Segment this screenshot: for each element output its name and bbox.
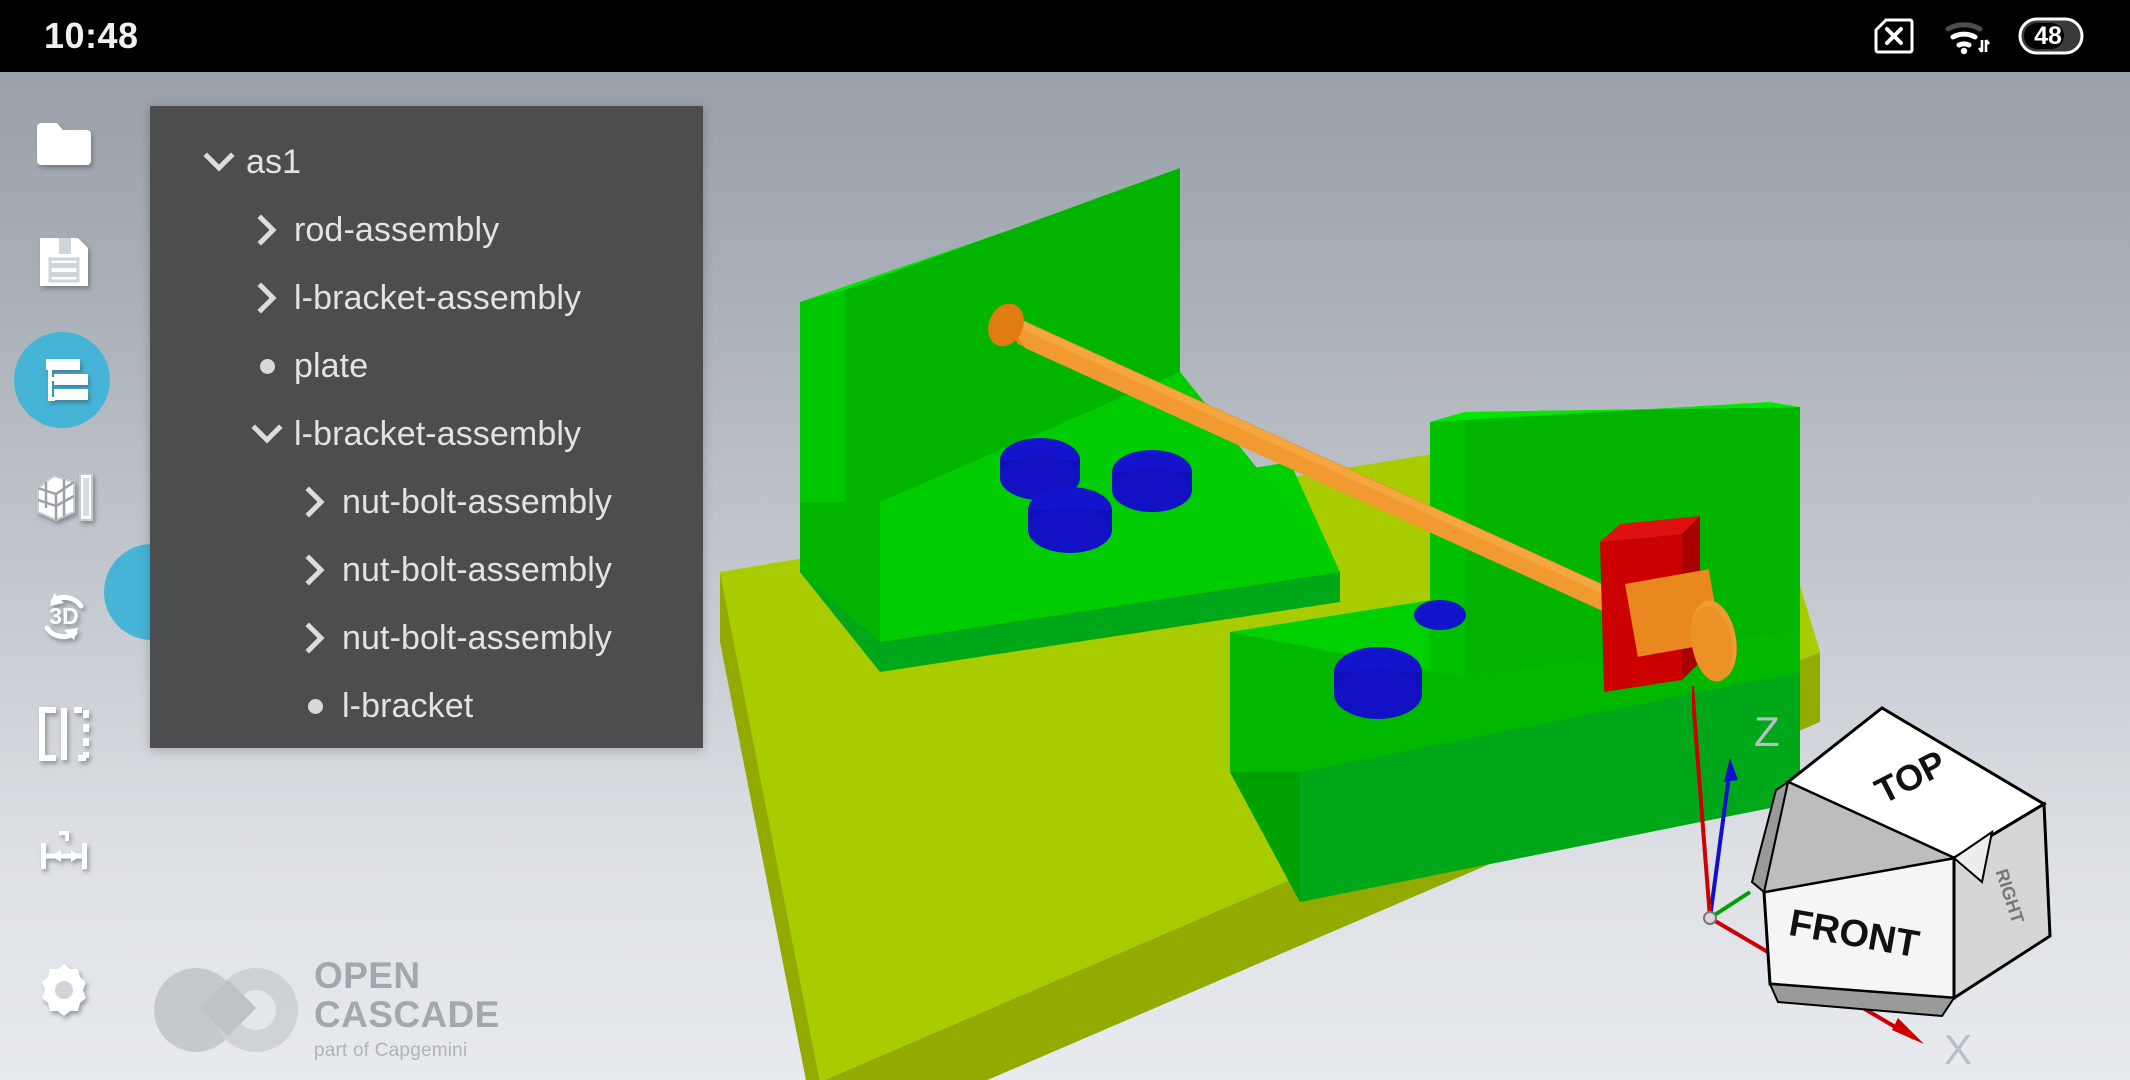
tree-node[interactable]: nut-bolt-assembly xyxy=(150,536,703,604)
axis-x-label: X xyxy=(1944,1026,1972,1066)
model-tree-panel[interactable]: as1 rod-assembly l-bracket-assembly plate l-… xyxy=(150,106,703,748)
chevron-right-icon[interactable] xyxy=(240,213,294,247)
app-root: Z X TOP FRONT RIGHT OPEN CASCADE part of… xyxy=(0,0,2130,1080)
system-icons: 48 xyxy=(1872,16,2086,56)
nut-disc-2b xyxy=(1112,468,1192,512)
clock: 10:48 xyxy=(44,15,139,56)
rotate-3d-icon: 3D xyxy=(44,593,84,640)
status-bar: 10:48 48 xyxy=(0,0,2130,72)
axis-x-line xyxy=(1692,686,1712,919)
leaf-dot-icon xyxy=(288,698,342,714)
tree-node-label: rod-assembly xyxy=(294,210,500,249)
measure-icon xyxy=(41,831,87,869)
open-cascade-logo: OPEN CASCADE part of Capgemini xyxy=(152,955,500,1062)
battery-level-label: 48 xyxy=(2034,21,2062,50)
chevron-right-icon[interactable] xyxy=(288,621,342,655)
settings-button[interactable] xyxy=(16,942,112,1038)
leaf-dot-icon xyxy=(240,358,294,374)
sim-card-off-icon xyxy=(1874,18,1914,54)
tree-node-label: plate xyxy=(294,346,369,385)
tree-node[interactable]: plate xyxy=(150,332,703,400)
model-tree-icon xyxy=(46,359,88,401)
mesh-button[interactable] xyxy=(16,450,112,546)
tree-node[interactable]: nut-bolt-assembly xyxy=(150,468,703,536)
mesh-icon xyxy=(37,473,93,522)
axis-y-line xyxy=(1708,890,1752,920)
tree-node-label: nut-bolt-assembly xyxy=(342,482,613,521)
axis-x-arrow xyxy=(1892,1018,1924,1044)
nut-disc-3b xyxy=(1028,507,1112,553)
tree-node-label: nut-bolt-assembly xyxy=(342,618,613,657)
model-tree-button[interactable] xyxy=(14,332,112,428)
chevron-right-icon[interactable] xyxy=(288,553,342,587)
tree-node-label: l-bracket xyxy=(342,686,474,725)
chevron-right-icon[interactable] xyxy=(240,281,294,315)
settings-gear-icon xyxy=(42,964,86,1016)
measure-button[interactable] xyxy=(16,804,112,900)
open-file-icon xyxy=(37,123,91,165)
clip-plane-icon xyxy=(39,707,89,761)
tree-node[interactable]: nut-bolt-assembly xyxy=(150,604,703,672)
axis-z-label: Z xyxy=(1754,708,1780,755)
tree-node-label: l-bracket-assembly xyxy=(294,278,582,317)
chevron-down-icon[interactable] xyxy=(240,420,294,448)
tree-node[interactable]: as1 xyxy=(150,128,703,196)
chevron-down-icon[interactable] xyxy=(192,148,246,176)
left-toolbar[interactable]: 3D xyxy=(0,72,128,1080)
axis-origin xyxy=(1703,911,1717,925)
tree-node[interactable]: l-bracket xyxy=(150,672,703,740)
tree-node[interactable]: rod-assembly xyxy=(150,196,703,264)
logo-line-2: CASCADE xyxy=(314,994,500,1036)
logo-line-1: OPEN xyxy=(314,955,421,997)
infinity-logo-icon xyxy=(154,967,298,1052)
open-file-button[interactable] xyxy=(16,96,112,192)
wifi-icon xyxy=(1945,22,1990,55)
tree-node-label: nut-bolt-assembly xyxy=(342,550,613,589)
tree-node[interactable]: l-bracket-assembly xyxy=(150,400,703,468)
right-bracket-wall-left xyxy=(1430,412,1465,692)
save-file-icon xyxy=(40,238,88,286)
nut-disc-5b xyxy=(1334,669,1422,719)
chevron-right-icon[interactable] xyxy=(288,485,342,519)
save-file-button[interactable] xyxy=(16,214,112,310)
view-cube[interactable]: Z X TOP FRONT RIGHT xyxy=(1692,686,2092,1066)
axis-z-line xyxy=(1708,767,1732,919)
logo-wordmark: OPEN CASCADE part of Capgemini xyxy=(314,955,500,1062)
tree-node-label: as1 xyxy=(246,142,302,181)
tree-node-label: l-bracket-assembly xyxy=(294,414,582,453)
tree-node[interactable]: l-bracket-assembly xyxy=(150,264,703,332)
axis-z-arrow xyxy=(1724,758,1738,782)
logo-tagline: part of Capgemini xyxy=(314,1040,468,1061)
rotate-3d-button[interactable]: 3D xyxy=(16,568,112,664)
svg-text:3D: 3D xyxy=(49,603,78,629)
nut-disc-4 xyxy=(1414,600,1466,630)
clip-plane-button[interactable] xyxy=(16,686,112,782)
battery-icon: 48 xyxy=(2018,17,2086,55)
